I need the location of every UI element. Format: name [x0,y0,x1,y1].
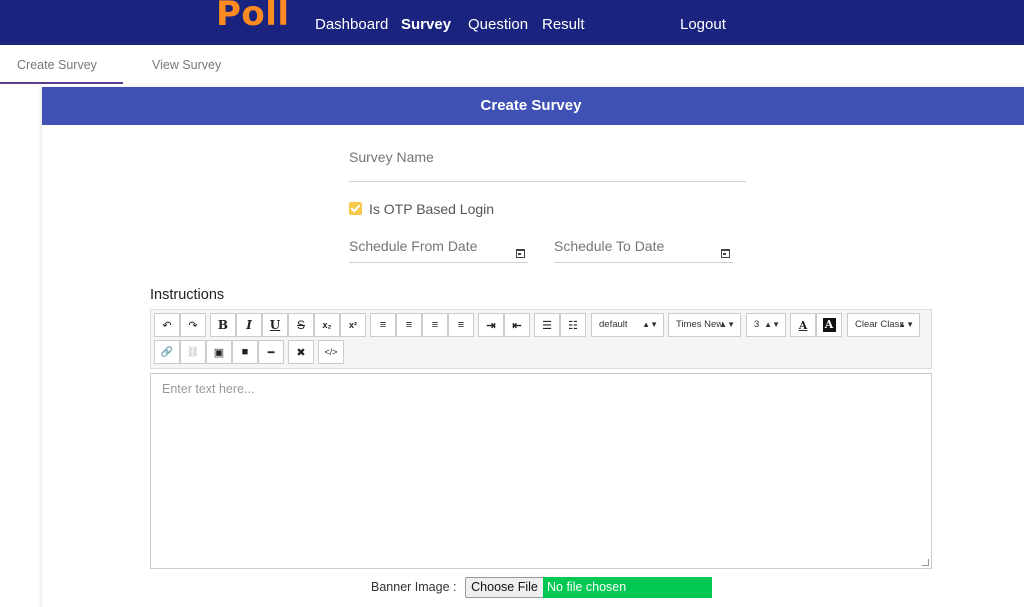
nav-dashboard[interactable]: Dashboard [315,16,388,33]
clear-class-select[interactable]: Clear Class ▲▼ [847,313,920,337]
file-status-text: No file chosen [543,577,712,598]
video-icon[interactable]: ■ [232,340,258,364]
select-arrows-icon: ▲▼ [898,320,914,329]
indent-icon[interactable]: ⇥ [478,313,504,337]
remove-format-icon[interactable]: ✖ [288,340,314,364]
clear-class-select-value: Clear Class [855,319,905,330]
survey-subtabs: Create Survey View Survey [0,45,1024,85]
font-family-select-value: Times New [676,319,724,330]
image-icon[interactable]: ▣ [206,340,232,364]
size-select[interactable]: 3 ▲▼ [746,313,786,337]
align-right-icon[interactable]: ≡ [422,313,448,337]
resize-grip-icon[interactable] [922,559,929,566]
outdent-icon[interactable]: ⇤ [504,313,530,337]
active-tab-indicator [0,82,123,84]
schedule-to-field[interactable]: Schedule To Date [554,238,664,254]
nav-survey[interactable]: Survey [401,16,451,33]
schedule-to-underline [554,262,733,263]
numbered-list-icon[interactable]: ☷ [560,313,586,337]
tab-view-survey[interactable]: View Survey [152,58,221,72]
select-arrows-icon: ▲▼ [764,320,780,329]
bold-icon[interactable]: B [210,313,236,337]
otp-checkbox[interactable] [349,202,362,215]
editor-toolbar: ↶ ↷ B I U S x₂ x² ≡ ≡ ≡ ≡ ⇥ ⇤ ☰ ☷ defaul… [150,309,932,369]
strikethrough-icon[interactable]: S [288,313,314,337]
editor-placeholder: Enter text here... [162,382,255,396]
schedule-from-field[interactable]: Schedule From Date [349,238,477,254]
text-color-icon[interactable]: A [790,313,816,337]
italic-icon[interactable]: I [236,313,262,337]
horizontal-rule-icon[interactable]: ━ [258,340,284,364]
nav-result[interactable]: Result [542,16,585,33]
link-icon[interactable]: 🔗 [154,340,180,364]
superscript-icon[interactable]: x² [340,313,366,337]
bullet-list-icon[interactable]: ☰ [534,313,560,337]
font-family-select[interactable]: Times New ▲▼ [668,313,741,337]
tab-create-survey[interactable]: Create Survey [17,58,97,72]
align-justify-icon[interactable]: ≡ [448,313,474,337]
align-left-icon[interactable]: ≡ [370,313,396,337]
card-title: Create Survey [42,87,1024,125]
select-arrows-icon: ▲▼ [719,320,735,329]
schedule-from-underline [349,262,528,263]
survey-name-underline [349,181,746,182]
undo-icon[interactable]: ↶ [154,313,180,337]
calendar-icon[interactable] [516,249,525,258]
logout-link[interactable]: Logout [680,16,726,33]
subscript-icon[interactable]: x₂ [314,313,340,337]
instructions-editor[interactable]: Enter text here... [150,373,932,569]
font-size-select[interactable]: default ▲▼ [591,313,664,337]
nav-question[interactable]: Question [468,16,528,33]
code-view-icon[interactable]: </> [318,340,344,364]
background-color-button[interactable]: A [816,313,842,337]
banner-image-label: Banner Image : [371,580,457,594]
unlink-icon[interactable]: ⛓ [180,340,206,364]
size-select-value: 3 [754,319,760,330]
redo-icon[interactable]: ↷ [180,313,206,337]
align-center-icon[interactable]: ≡ [396,313,422,337]
choose-file-button[interactable]: Choose File [465,577,544,598]
instructions-label: Instructions [150,287,225,303]
app-logo[interactable]: Poll [216,0,290,34]
underline-icon[interactable]: U [262,313,288,337]
select-arrows-icon: ▲▼ [642,320,658,329]
background-color-icon: A [822,318,836,332]
top-navbar: Poll Dashboard Survey Question Result Lo… [0,0,1024,45]
survey-name-field[interactable]: Survey Name [349,149,434,165]
calendar-icon[interactable] [721,249,730,258]
otp-label: Is OTP Based Login [369,201,495,217]
font-size-select-value: default [599,319,628,330]
